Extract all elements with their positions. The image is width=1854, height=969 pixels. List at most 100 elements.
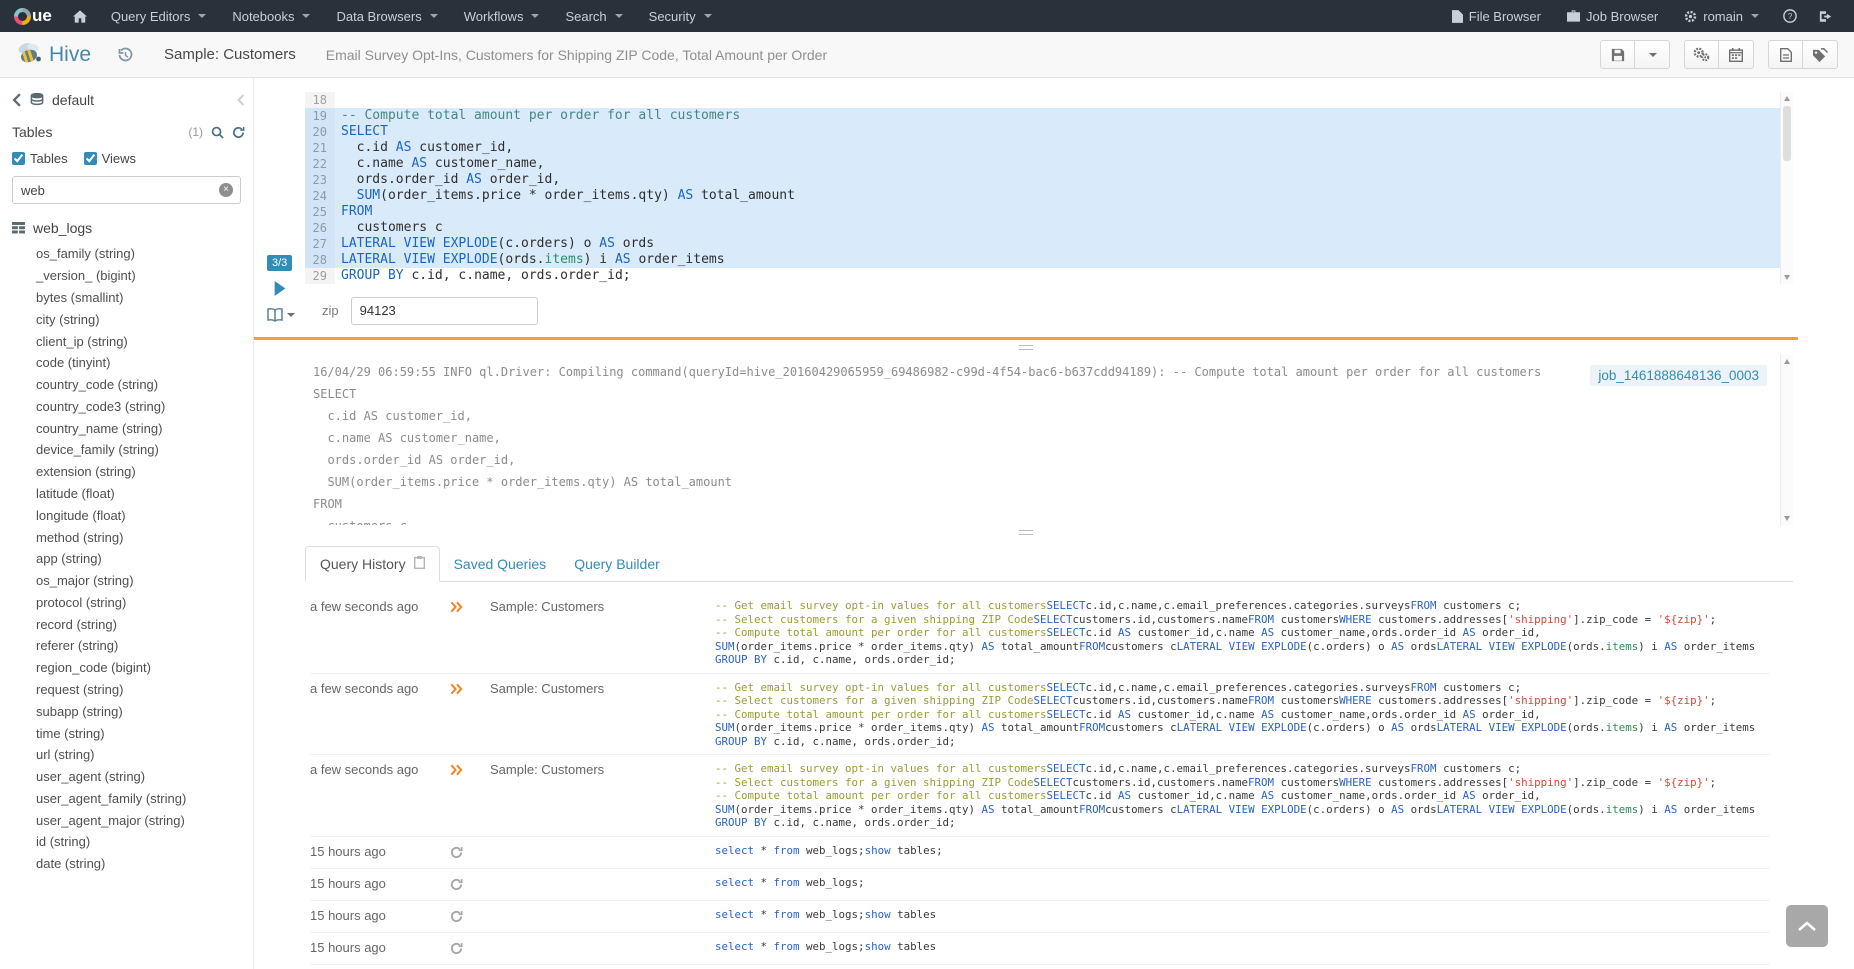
help-button[interactable]: ? (1772, 0, 1808, 32)
history-row[interactable]: 15 hours agoselect * from web_logs;show … (310, 837, 1770, 869)
table-column[interactable]: latitude (float) (12, 483, 245, 505)
scroll-up-arrow-icon[interactable] (1784, 359, 1790, 364)
editor-line[interactable]: 25FROM (305, 204, 1793, 220)
views-checkbox-input[interactable] (84, 152, 97, 165)
navbar-menu-query-editors[interactable]: Query Editors (98, 0, 219, 32)
logout-button[interactable] (1808, 0, 1844, 32)
tab-query-builder[interactable]: Query Builder (560, 546, 674, 581)
navbar-menu-workflows[interactable]: Workflows (451, 0, 553, 32)
table-column[interactable]: region_code (bigint) (12, 657, 245, 679)
search-tables-button[interactable] (211, 126, 224, 139)
table-column[interactable]: os_family (string) (12, 243, 245, 265)
history-doc-name[interactable]: Sample: Customers (490, 681, 715, 696)
navbar-menu-search[interactable]: Search (552, 0, 635, 32)
history-row[interactable]: 15 hours agoselect * from web_logs;show … (310, 901, 1770, 933)
tables-checkbox-input[interactable] (12, 152, 25, 165)
history-row[interactable]: a few seconds agoSample: Customers-- Get… (310, 755, 1770, 837)
navbar-menu-notebooks[interactable]: Notebooks (219, 0, 323, 32)
variable-input[interactable] (351, 297, 538, 325)
save-more-button[interactable] (1635, 40, 1670, 69)
database-name[interactable]: default (52, 92, 94, 108)
scroll-down-arrow-icon[interactable] (1784, 516, 1790, 521)
history-doc-name[interactable]: Sample: Customers (490, 599, 715, 614)
table-column[interactable]: id (string) (12, 831, 245, 853)
table-column[interactable]: extension (string) (12, 461, 245, 483)
home-button[interactable] (62, 0, 98, 32)
editor-line[interactable]: 19-- Compute total amount per order for … (305, 108, 1793, 124)
log-scrollbar[interactable] (1780, 355, 1793, 525)
table-column[interactable]: client_ip (string) (12, 330, 245, 352)
history-sql[interactable]: select * from web_logs;show tables (715, 940, 1770, 954)
tab-query-history[interactable]: Query History (305, 546, 440, 582)
scrollbar-thumb[interactable] (1783, 106, 1791, 161)
save-button[interactable] (1600, 40, 1635, 69)
editor-line[interactable]: 24 SUM(order_items.price * order_items.q… (305, 188, 1793, 204)
resize-handle-bottom[interactable] (254, 525, 1798, 540)
history-sql[interactable]: select * from web_logs;show tables; (715, 844, 1770, 858)
table-column[interactable]: subapp (string) (12, 700, 245, 722)
history-sql[interactable]: -- Get email survey opt-in values for al… (715, 599, 1770, 667)
code-editor[interactable]: 1819-- Compute total amount per order fo… (305, 92, 1793, 284)
table-column[interactable]: url (string) (12, 744, 245, 766)
job-link[interactable]: job_1461888648136_0003 (1590, 365, 1767, 386)
tags-button[interactable] (1803, 40, 1838, 69)
table-column[interactable]: code (tinyint) (12, 352, 245, 374)
history-doc-name[interactable]: Sample: Customers (490, 762, 715, 777)
filter-views-checkbox[interactable]: Views (84, 151, 136, 166)
navbar-menu-data-browsers[interactable]: Data Browsers (323, 0, 450, 32)
app-name[interactable]: Hive (49, 43, 91, 67)
table-column[interactable]: app (string) (12, 548, 245, 570)
table-entry[interactable]: web_logs (12, 220, 245, 236)
table-column[interactable]: date (string) (12, 853, 245, 875)
scroll-to-top-button[interactable] (1786, 905, 1828, 947)
user-menu[interactable]: romain (1671, 0, 1772, 32)
editor-line[interactable]: 27LATERAL VIEW EXPLODE(c.orders) o AS or… (305, 236, 1793, 252)
history-row[interactable]: a few seconds agoSample: Customers-- Get… (310, 674, 1770, 756)
tab-saved-queries[interactable]: Saved Queries (440, 546, 561, 581)
history-sql[interactable]: select * from web_logs;show tables (715, 908, 1770, 922)
table-column[interactable]: device_family (string) (12, 439, 245, 461)
history-row[interactable]: 15 hours agoselect * from web_logs; (310, 869, 1770, 901)
refresh-tables-button[interactable] (232, 126, 245, 139)
resize-handle-top[interactable] (254, 340, 1798, 355)
history-row[interactable]: 15 hours agoselect * from web_logs;show … (310, 965, 1770, 969)
file-browser-link[interactable]: File Browser (1439, 0, 1554, 32)
table-column[interactable]: record (string) (12, 613, 245, 635)
editor-line[interactable]: 21 c.id AS customer_id, (305, 140, 1793, 156)
schedule-button[interactable] (1719, 40, 1754, 69)
back-button[interactable] (12, 93, 22, 107)
editor-line[interactable]: 20SELECT (305, 124, 1793, 140)
table-column[interactable]: referer (string) (12, 635, 245, 657)
table-column[interactable]: method (string) (12, 526, 245, 548)
query-history-button[interactable] (117, 47, 134, 63)
table-column[interactable]: country_code (string) (12, 374, 245, 396)
document-title[interactable]: Sample: Customers (164, 46, 296, 63)
table-column[interactable]: request (string) (12, 679, 245, 701)
table-filter-input[interactable] (12, 176, 241, 204)
editor-line[interactable]: 22 c.name AS customer_name, (305, 156, 1793, 172)
history-sql[interactable]: -- Get email survey opt-in values for al… (715, 762, 1770, 830)
table-name[interactable]: web_logs (33, 220, 92, 236)
execute-button[interactable] (273, 281, 287, 296)
table-column[interactable]: longitude (float) (12, 504, 245, 526)
navbar-menu-security[interactable]: Security (636, 0, 725, 32)
clear-search-icon[interactable]: × (219, 183, 233, 197)
editor-line[interactable]: 28LATERAL VIEW EXPLODE(ords.items) i AS … (305, 252, 1793, 268)
table-column[interactable]: user_agent_family (string) (12, 788, 245, 810)
scroll-up-arrow-icon[interactable] (1784, 96, 1790, 101)
table-column[interactable]: os_major (string) (12, 570, 245, 592)
hue-logo[interactable]: ue (0, 6, 62, 26)
history-row[interactable]: 15 hours agoselect * from web_logs;show … (310, 933, 1770, 965)
history-row[interactable]: a few seconds agoSample: Customers-- Get… (310, 592, 1770, 674)
editor-line[interactable]: 23 ords.order_id AS order_id, (305, 172, 1793, 188)
editor-line[interactable]: 26 customers c (305, 220, 1793, 236)
table-column[interactable]: country_code3 (string) (12, 395, 245, 417)
settings-button[interactable] (1684, 40, 1719, 69)
collapse-sidebar-button[interactable] (237, 94, 245, 106)
table-column[interactable]: user_agent (string) (12, 766, 245, 788)
editor-line[interactable]: 18 (305, 92, 1793, 108)
table-column[interactable]: _version_ (bigint) (12, 265, 245, 287)
filter-tables-checkbox[interactable]: Tables (12, 151, 68, 166)
editor-scrollbar[interactable] (1780, 92, 1793, 284)
job-browser-link[interactable]: Job Browser (1554, 0, 1671, 32)
